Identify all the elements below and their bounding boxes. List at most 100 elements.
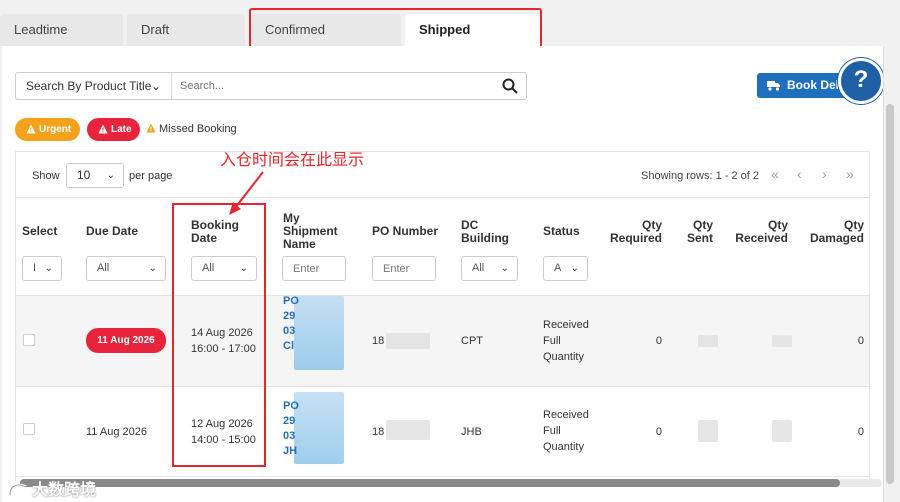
watermark: 大数跨境	[8, 476, 96, 500]
watermark-text: 大数跨境	[32, 482, 97, 499]
watermark-logo-icon	[8, 483, 27, 496]
late-badge: Late	[87, 118, 140, 141]
rows-info: Showing rows: 1 - 2 of 2	[641, 170, 760, 182]
horizontal-scrollbar-thumb[interactable]	[20, 479, 840, 487]
tab-draft-shipments[interactable]: Draft Shipments	[127, 14, 245, 69]
show-label: Show	[32, 170, 60, 182]
filter-status[interactable]: A ⌄	[543, 256, 588, 281]
warning-icon	[146, 123, 156, 133]
col-header-po-number[interactable]: PO Number	[372, 225, 438, 238]
shipment-name-link[interactable]: PO 29 03 JH	[283, 399, 299, 459]
shipment-name-line: 03	[283, 430, 296, 442]
search-icon[interactable]	[502, 78, 518, 94]
shipment-name-line: JH	[283, 445, 298, 457]
col-header-shipment-name[interactable]: My Shipment Name	[283, 212, 338, 251]
table-toolbar: Show 10 ⌄ per page Showing rows: 1 - 2 o…	[16, 152, 869, 198]
warning-icon	[98, 124, 108, 134]
search-type-select[interactable]: Search By Product Title ⌄	[16, 73, 172, 99]
tab-highlight-box	[249, 8, 542, 49]
per-page-select[interactable]: 10 ⌄	[66, 163, 124, 188]
col-header-qty-sent[interactable]: Qty Sent	[674, 219, 713, 245]
search-bar: Search By Product Title ⌄	[15, 72, 527, 100]
filter-due-date[interactable]: All ⌄	[86, 256, 166, 281]
tab-bar: Leadtime Orders Draft Shipments Confirme…	[0, 0, 900, 69]
col-header-qty-required[interactable]: Qty Required	[602, 219, 662, 245]
filter-value: All	[472, 262, 485, 274]
late-label: Late	[111, 124, 132, 135]
status-line: Received	[543, 319, 589, 331]
search-input[interactable]	[180, 77, 480, 95]
col-header-qty-damaged[interactable]: Qty Damaged	[806, 219, 864, 245]
missed-booking-legend: Missed Booking	[146, 123, 237, 135]
annotation-arrow-icon	[229, 171, 264, 215]
col-header-dc-building[interactable]: DC Building	[461, 219, 509, 245]
col-header-status[interactable]: Status	[543, 225, 580, 238]
filter-select[interactable]: I ⌄	[22, 256, 62, 281]
shipment-name-link[interactable]: PO 29 03 Cl	[283, 294, 299, 354]
status-line: Full	[543, 335, 561, 347]
qty-damaged-cell: 0	[857, 335, 864, 347]
next-page-button[interactable]: ›	[822, 166, 827, 182]
urgent-label: Urgent	[39, 124, 72, 135]
filter-po-number-input[interactable]	[372, 256, 436, 281]
urgent-badge: Urgent	[15, 118, 80, 141]
po-number-cell: 18	[372, 335, 385, 347]
chevron-down-icon: ⌄	[150, 79, 161, 93]
chevron-down-icon: ⌄	[106, 170, 115, 181]
status-cell: Received Full Quantity	[543, 317, 589, 365]
status-line: Quantity	[543, 351, 584, 363]
search-type-value: Search By Product Title	[26, 79, 152, 93]
status-line: Received	[543, 409, 589, 421]
col-header-qty-received[interactable]: Qty Received	[728, 219, 788, 245]
filter-dc-building[interactable]: All ⌄	[461, 256, 518, 281]
shipment-name-line: PO	[283, 295, 299, 307]
redacted-region	[294, 296, 344, 370]
prev-page-button[interactable]: ‹	[797, 166, 802, 182]
vertical-scrollbar-thumb[interactable]	[886, 104, 894, 484]
header-line: Building	[461, 231, 509, 245]
col-header-select[interactable]: Select	[22, 225, 57, 238]
filter-value: All	[97, 262, 110, 274]
chevron-down-icon: ⌄	[500, 263, 509, 274]
status-line: Quantity	[543, 441, 584, 453]
warning-icon	[26, 124, 36, 134]
shipment-name-line: PO	[283, 400, 299, 412]
truck-icon	[767, 81, 780, 91]
first-page-button[interactable]: «	[771, 166, 779, 182]
status-line: Full	[543, 425, 561, 437]
qty-required-cell: 0	[655, 426, 662, 438]
chevron-down-icon: ⌄	[570, 263, 579, 274]
filter-value: A	[554, 262, 562, 274]
header-line: Received	[735, 231, 788, 245]
filter-shipment-name-input[interactable]	[282, 256, 346, 281]
row-checkbox[interactable]	[23, 334, 35, 346]
header-line: Name	[283, 237, 316, 251]
filter-value: I	[33, 262, 37, 274]
status-cell: Received Full Quantity	[543, 407, 589, 455]
header-line: Sent	[686, 231, 713, 245]
col-header-due-date[interactable]: Due Date	[86, 225, 138, 238]
help-button[interactable]: ?	[838, 58, 884, 104]
booking-date-highlight-box	[172, 203, 266, 467]
dc-building-cell: JHB	[461, 426, 482, 438]
redacted-region	[772, 335, 792, 347]
due-date-late-badge: 11 Aug 2026	[86, 328, 166, 353]
row-checkbox[interactable]	[23, 423, 35, 435]
redacted-region	[698, 420, 718, 442]
redacted-region	[294, 392, 344, 464]
tab-leadtime-orders[interactable]: Leadtime Orders	[0, 14, 123, 69]
header-line: Required	[609, 231, 662, 245]
annotation-text: 入仓时间会在此显示	[220, 152, 365, 169]
dc-building-cell: CPT	[461, 335, 483, 347]
last-page-button[interactable]: »	[846, 166, 854, 182]
chevron-down-icon: ⌄	[44, 263, 53, 274]
missed-booking-label: Missed Booking	[159, 123, 237, 135]
redacted-region	[772, 420, 792, 442]
redacted-region	[698, 335, 718, 347]
redacted-region	[386, 333, 430, 349]
redacted-region	[386, 420, 430, 440]
chevron-down-icon: ⌄	[148, 263, 157, 274]
shipment-name-line: 03	[283, 325, 296, 337]
per-page-label: per page	[129, 170, 173, 182]
qty-damaged-cell: 0	[857, 426, 864, 438]
